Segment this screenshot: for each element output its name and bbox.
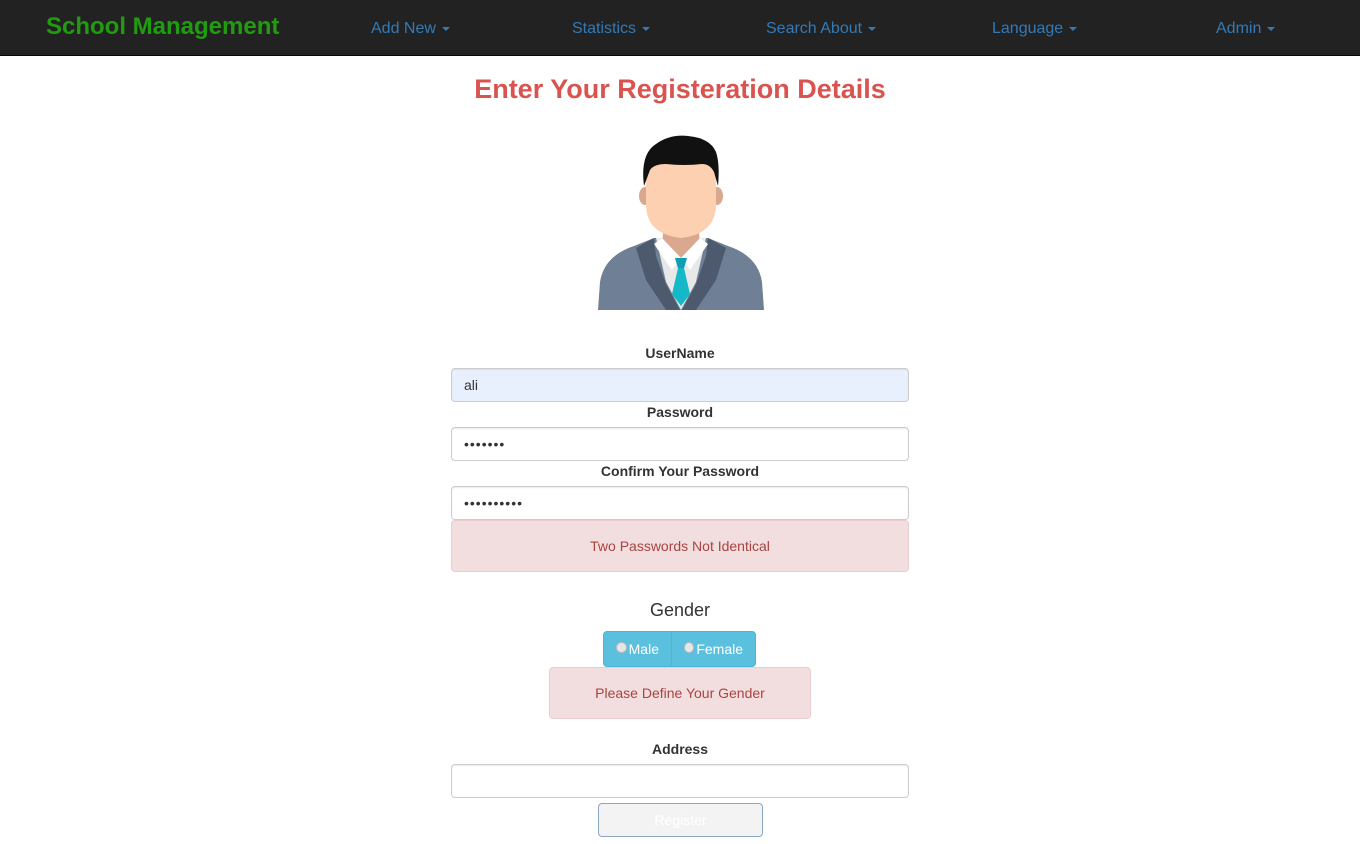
username-label: UserName bbox=[645, 345, 715, 361]
address-label: Address bbox=[651, 741, 709, 757]
confirm-password-label: Confirm Your Password bbox=[600, 463, 760, 479]
register-button[interactable]: Register bbox=[598, 803, 763, 837]
caret-down-icon bbox=[1069, 26, 1078, 31]
gender-error-alert: Please Define Your Gender bbox=[549, 667, 811, 719]
user-avatar-icon bbox=[598, 135, 764, 310]
caret-down-icon bbox=[1267, 26, 1276, 31]
gender-label: Gender bbox=[649, 600, 711, 620]
nav-statistics-label: Statistics bbox=[572, 20, 637, 37]
password-input[interactable]: ••••••• bbox=[451, 427, 909, 461]
nav-add-new[interactable]: Add New bbox=[371, 20, 450, 38]
page-title: Enter Your Registeration Details bbox=[474, 74, 886, 104]
gender-female-label: Female bbox=[696, 641, 743, 657]
nav-statistics[interactable]: Statistics bbox=[572, 20, 651, 38]
nav-add-new-label: Add New bbox=[371, 20, 436, 37]
username-input[interactable]: ali bbox=[451, 368, 909, 402]
gender-male-label: Male bbox=[628, 641, 659, 657]
nav-language[interactable]: Language bbox=[992, 20, 1078, 38]
gender-female-button[interactable]: Female bbox=[671, 631, 756, 667]
caret-down-icon bbox=[441, 26, 450, 31]
confirm-password-input[interactable]: •••••••••• bbox=[451, 486, 909, 520]
nav-admin[interactable]: Admin bbox=[1216, 20, 1276, 38]
password-mismatch-alert: Two Passwords Not Identical bbox=[451, 520, 909, 572]
nav-search-about-label: Search About bbox=[766, 20, 863, 37]
nav-language-label: Language bbox=[992, 20, 1064, 37]
nav-search-about[interactable]: Search About bbox=[766, 20, 877, 38]
password-label: Password bbox=[646, 404, 714, 420]
caret-down-icon bbox=[642, 26, 651, 31]
top-navbar: School Management Add New Statistics Sea… bbox=[0, 0, 1360, 56]
female-radio[interactable] bbox=[684, 642, 695, 653]
brand-logo[interactable]: School Management bbox=[46, 13, 279, 41]
gender-button-group: Male Female bbox=[603, 631, 756, 667]
nav-admin-label: Admin bbox=[1216, 20, 1262, 37]
male-radio[interactable] bbox=[616, 642, 627, 653]
address-input[interactable] bbox=[451, 764, 909, 798]
gender-male-button[interactable]: Male bbox=[603, 631, 672, 667]
caret-down-icon bbox=[868, 26, 877, 31]
